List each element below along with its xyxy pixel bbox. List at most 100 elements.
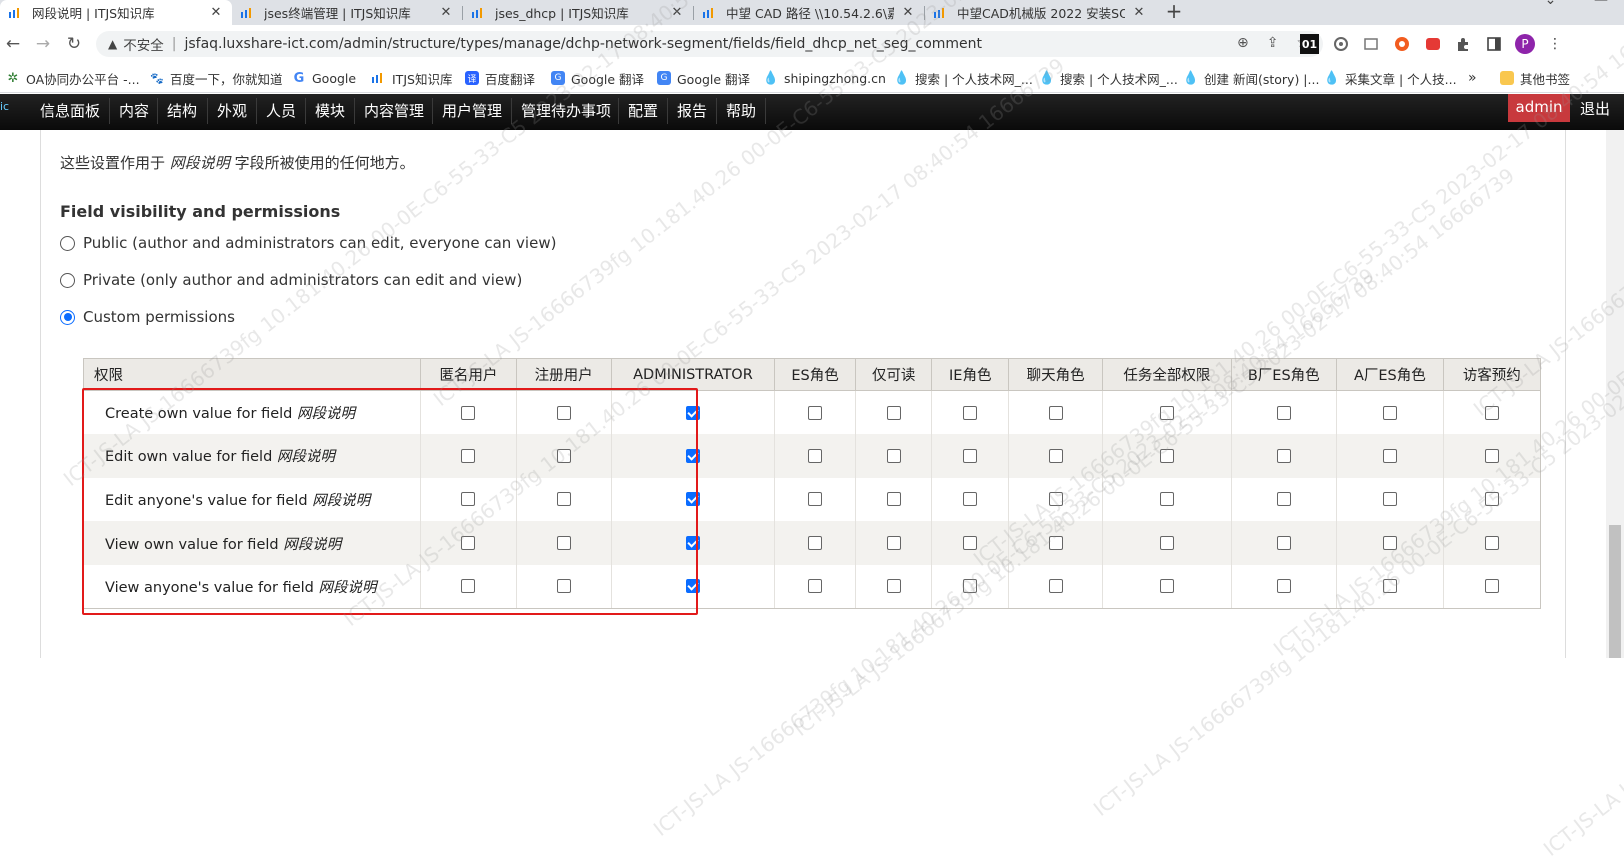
- permission-checkbox[interactable]: [1484, 536, 1499, 551]
- bookmark-google-translate-2[interactable]: G Google 翻译: [657, 69, 750, 87]
- bookmark-baidu-translate[interactable]: 译百度翻译: [465, 69, 535, 87]
- permission-checkbox[interactable]: [808, 405, 823, 420]
- extension-window-icon[interactable]: [1363, 34, 1379, 54]
- permission-checkbox[interactable]: [1048, 448, 1063, 463]
- menu-content[interactable]: 内容: [119, 96, 149, 126]
- tab-current[interactable]: 网段说明 | ITJS知识库 ✕: [0, 0, 232, 25]
- permission-checkbox[interactable]: [461, 492, 476, 507]
- close-tab-icon[interactable]: ✕: [669, 5, 685, 20]
- permission-checkbox[interactable]: [1276, 492, 1291, 507]
- permission-checkbox-checked[interactable]: [685, 579, 700, 594]
- permission-checkbox[interactable]: [1276, 448, 1291, 463]
- chevron-down-icon[interactable]: ⌄: [1528, 0, 1574, 8]
- menu-content-management[interactable]: 内容管理: [364, 96, 424, 126]
- permission-checkbox[interactable]: [1484, 492, 1499, 507]
- side-panel-icon[interactable]: [1486, 34, 1502, 54]
- permission-checkbox[interactable]: [1484, 579, 1499, 594]
- permission-checkbox[interactable]: [963, 492, 978, 507]
- radio-custom[interactable]: Custom permissions: [60, 308, 235, 326]
- new-tab-button[interactable]: +: [1162, 0, 1186, 25]
- permission-checkbox[interactable]: [1276, 405, 1291, 420]
- permission-checkbox-checked[interactable]: [685, 448, 700, 463]
- extension-gear-icon[interactable]: [1332, 34, 1350, 54]
- tab-cad-sop[interactable]: 中望CAD机械版 2022 安装SOP ✕: [925, 0, 1155, 25]
- permission-checkbox[interactable]: [461, 448, 476, 463]
- menu-dashboard[interactable]: 信息面板: [40, 96, 100, 126]
- zoom-icon[interactable]: ⊕: [1237, 35, 1249, 51]
- permission-checkbox[interactable]: [963, 536, 978, 551]
- kebab-menu-icon[interactable]: ⋮: [1548, 34, 1562, 54]
- close-tab-icon[interactable]: ✕: [1131, 5, 1147, 20]
- security-status[interactable]: 不安全: [123, 34, 164, 54]
- permission-checkbox[interactable]: [808, 536, 823, 551]
- permission-checkbox[interactable]: [556, 579, 571, 594]
- radio-button-selected[interactable]: [60, 309, 75, 325]
- permission-checkbox[interactable]: [1484, 405, 1499, 420]
- menu-structure[interactable]: 结构: [167, 96, 197, 126]
- extension-red-icon[interactable]: [1425, 34, 1441, 54]
- bookmark-search-1[interactable]: 💧 搜索 | 个人技术网_...: [894, 69, 1033, 87]
- radio-button[interactable]: [60, 235, 75, 251]
- url-text[interactable]: jsfaq.luxshare-ict.com/admin/structure/t…: [184, 36, 982, 52]
- minimize-icon[interactable]: —: [1578, 0, 1624, 8]
- menu-appearance[interactable]: 外观: [217, 96, 247, 126]
- permission-checkbox[interactable]: [963, 448, 978, 463]
- permission-checkbox[interactable]: [1159, 405, 1174, 420]
- radio-public[interactable]: Public (author and administrators can ed…: [60, 234, 556, 252]
- share-icon[interactable]: ⇪: [1267, 35, 1279, 51]
- permission-checkbox[interactable]: [963, 579, 978, 594]
- permission-checkbox[interactable]: [886, 448, 901, 463]
- radio-private[interactable]: Private (only author and administrators …: [60, 271, 522, 289]
- bookmark-baidu[interactable]: 🐾 百度一下，你就知道: [150, 69, 282, 87]
- permission-checkbox[interactable]: [886, 536, 901, 551]
- permission-checkbox[interactable]: [556, 536, 571, 551]
- permission-checkbox[interactable]: [1159, 492, 1174, 507]
- forward-arrow-icon[interactable]: →: [32, 33, 54, 55]
- bookmark-oa[interactable]: ✲ OA协同办公平台 -...: [6, 69, 140, 87]
- site-logo[interactable]: ic: [0, 100, 9, 113]
- back-arrow-icon[interactable]: ←: [2, 33, 24, 55]
- extension-orange-icon[interactable]: [1394, 34, 1410, 54]
- extensions-puzzle-icon[interactable]: [1455, 34, 1471, 54]
- reload-icon[interactable]: ↻: [63, 33, 85, 55]
- bookmark-create-news[interactable]: 💧 创建 新闻(story) |...: [1183, 69, 1320, 87]
- permission-checkbox[interactable]: [886, 405, 901, 420]
- permission-checkbox[interactable]: [1048, 579, 1063, 594]
- permission-checkbox[interactable]: [556, 448, 571, 463]
- permission-checkbox[interactable]: [1382, 492, 1397, 507]
- permission-checkbox[interactable]: [1382, 536, 1397, 551]
- permission-checkbox[interactable]: [808, 492, 823, 507]
- current-user-badge[interactable]: admin: [1508, 94, 1570, 122]
- tab-jses[interactable]: jses终端管理 | ITJS知识库 ✕: [232, 0, 462, 25]
- permission-checkbox[interactable]: [1382, 405, 1397, 420]
- tab-dhcp[interactable]: jses_dhcp | ITJS知识库 ✕: [463, 0, 693, 25]
- logout-link[interactable]: 退出: [1580, 96, 1610, 122]
- radio-button[interactable]: [60, 272, 75, 288]
- permission-checkbox[interactable]: [808, 579, 823, 594]
- permission-checkbox[interactable]: [1159, 536, 1174, 551]
- menu-user-management[interactable]: 用户管理: [442, 96, 502, 126]
- permission-checkbox[interactable]: [1382, 579, 1397, 594]
- menu-todo[interactable]: 管理待办事项: [521, 96, 611, 126]
- permission-checkbox[interactable]: [461, 536, 476, 551]
- menu-help[interactable]: 帮助: [726, 96, 756, 126]
- address-bar[interactable]: ▲ 不安全 | jsfaq.luxshare-ict.com/admin/str…: [96, 31, 1323, 57]
- permission-checkbox[interactable]: [1048, 536, 1063, 551]
- bookmark-other[interactable]: 其他书签: [1500, 69, 1570, 87]
- scrollbar-thumb[interactable]: [1609, 525, 1621, 658]
- permission-checkbox[interactable]: [963, 405, 978, 420]
- close-tab-icon[interactable]: ✕: [208, 5, 224, 20]
- close-tab-icon[interactable]: ✕: [900, 5, 916, 20]
- close-tab-icon[interactable]: ✕: [438, 5, 454, 20]
- menu-modules[interactable]: 模块: [315, 96, 345, 126]
- menu-people[interactable]: 人员: [266, 96, 296, 126]
- permission-checkbox-checked[interactable]: [685, 405, 700, 420]
- permission-checkbox[interactable]: [461, 579, 476, 594]
- permission-checkbox[interactable]: [556, 405, 571, 420]
- permission-checkbox[interactable]: [1484, 448, 1499, 463]
- permission-checkbox[interactable]: [1276, 536, 1291, 551]
- permission-checkbox[interactable]: [886, 492, 901, 507]
- menu-reports[interactable]: 报告: [677, 96, 707, 126]
- bookmarks-overflow-icon[interactable]: »: [1468, 69, 1477, 87]
- permission-checkbox-checked[interactable]: [685, 536, 700, 551]
